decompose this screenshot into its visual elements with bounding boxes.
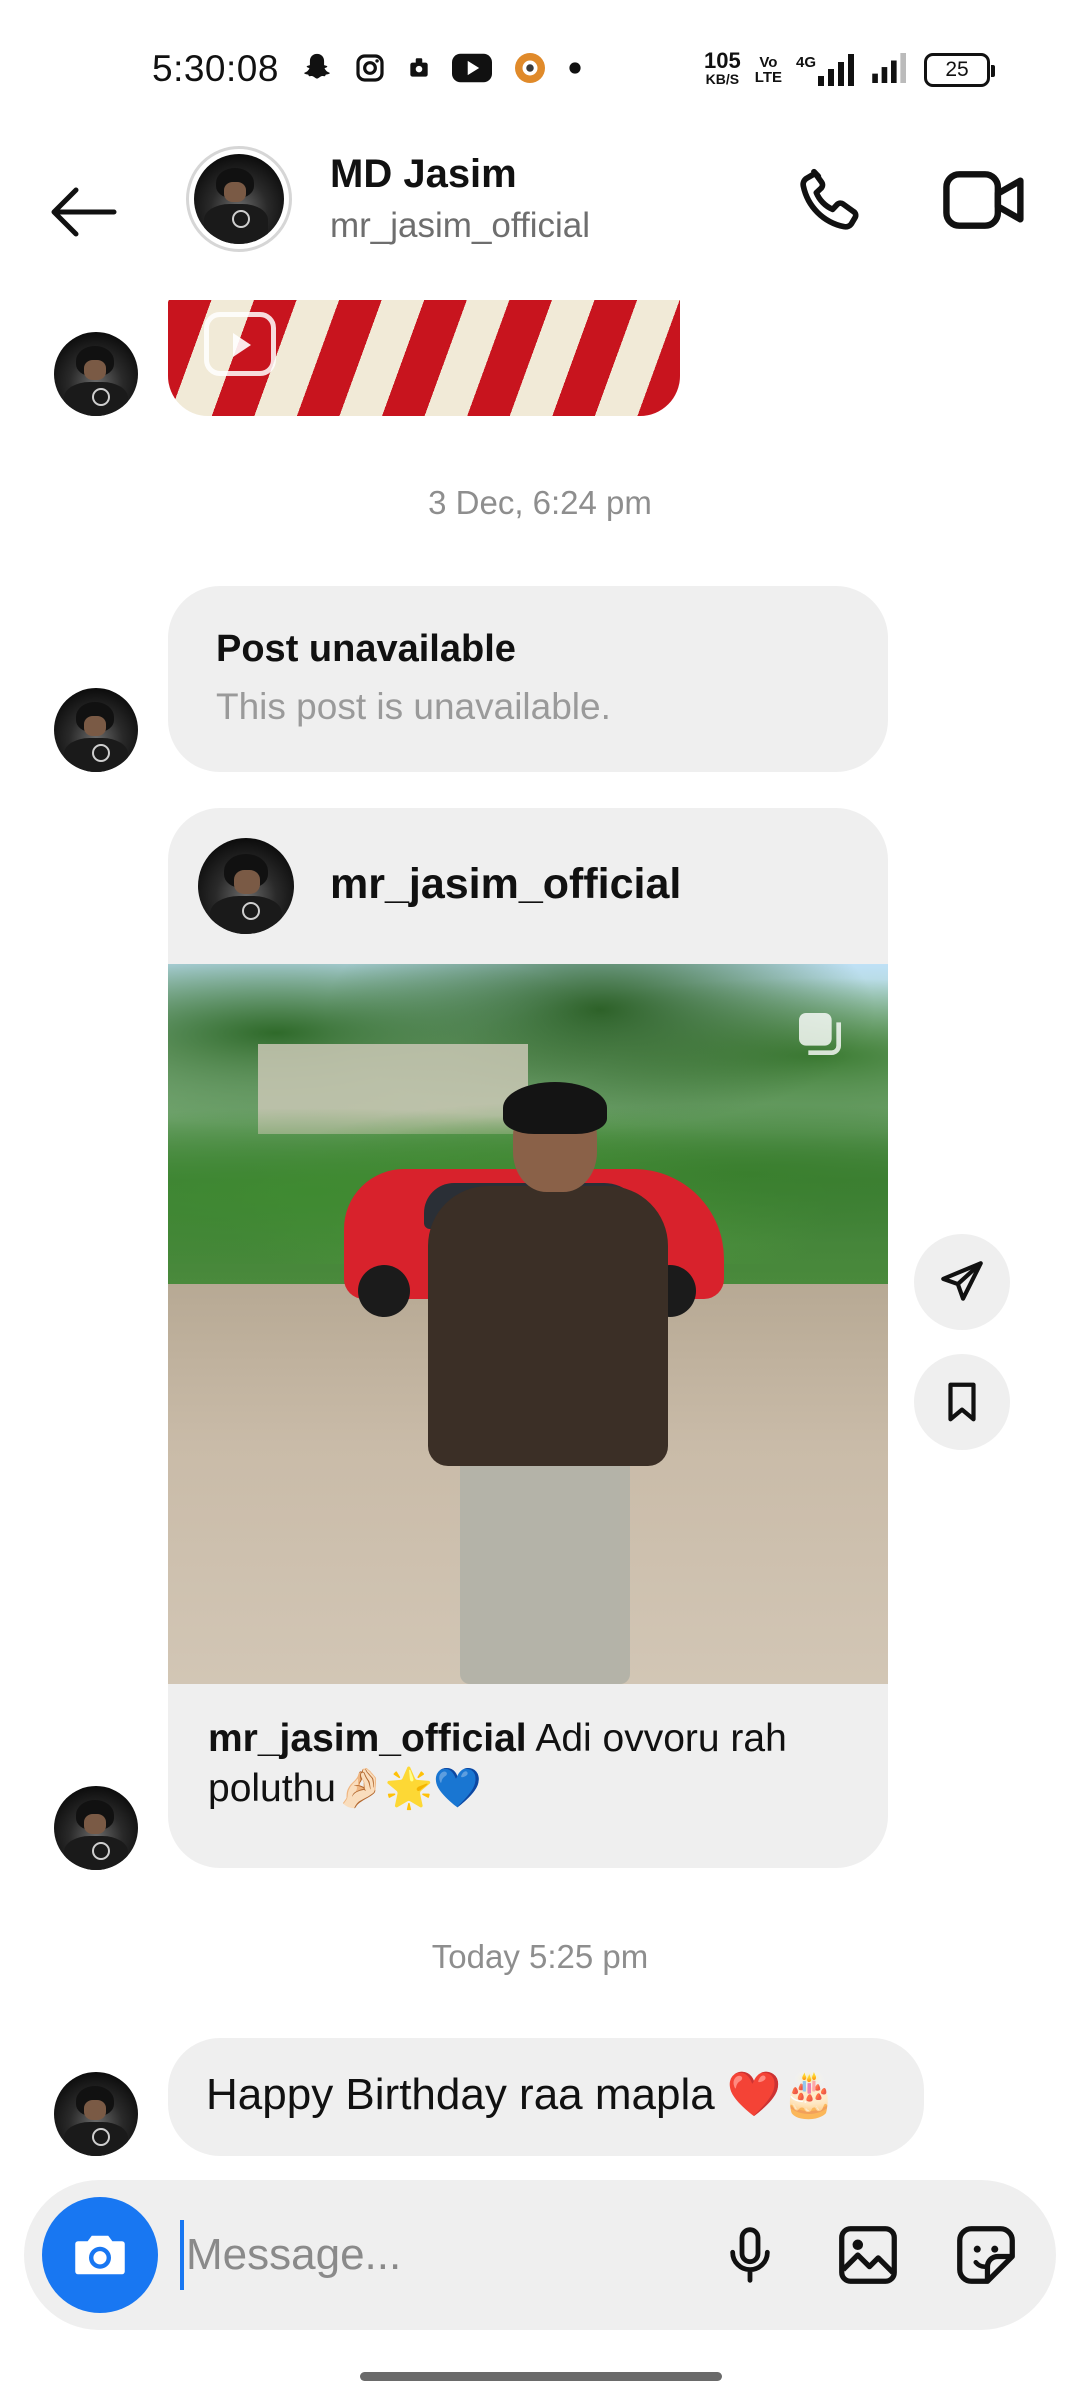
post-unavailable-title: Post unavailable (216, 628, 516, 670)
bookmark-icon (948, 1382, 976, 1422)
post-photo[interactable] (168, 964, 888, 1684)
post-unavailable-subtitle: This post is unavailable. (216, 686, 611, 727)
microphone-icon (730, 2227, 770, 2283)
video-call-button[interactable] (940, 160, 1030, 240)
camera-icon (75, 2235, 125, 2275)
signal-4g-icon: 4G (796, 54, 858, 86)
message-timestamp: 3 Dec, 6:24 pm (428, 484, 652, 521)
notification-icons (300, 50, 582, 90)
video-camera-icon (943, 171, 1024, 229)
more-notifications-dot-icon (568, 61, 582, 80)
message-input[interactable] (180, 2220, 660, 2290)
back-arrow-icon (51, 187, 117, 237)
voice-message-button[interactable] (710, 2215, 790, 2295)
sender-avatar[interactable] (54, 2072, 138, 2156)
instagram-icon (354, 52, 386, 89)
contact-name[interactable]: MD Jasim (330, 152, 517, 197)
youtube-icon (452, 53, 492, 88)
status-time: 5:30:08 (152, 48, 279, 89)
sender-avatar[interactable] (54, 1786, 138, 1870)
sticker-button[interactable] (946, 2215, 1026, 2295)
post-author-avatar[interactable] (198, 838, 294, 934)
camera-button[interactable] (42, 2197, 158, 2313)
system-icons: 105 KB/S Vo LTE 4G 25 (704, 48, 995, 90)
message-bubble[interactable]: Happy Birthday raa mapla ❤️🎂 (168, 2038, 924, 2156)
phone-icon (800, 168, 859, 230)
voice-call-button[interactable] (792, 160, 872, 240)
gallery-button[interactable] (828, 2215, 908, 2295)
post-unavailable-bubble[interactable]: Post unavailable This post is unavailabl… (168, 586, 888, 772)
back-button[interactable] (44, 172, 124, 252)
status-bar: 5:30:08 105 KB/S Vo LTE 4G 25 (0, 0, 1080, 140)
signal-strength-icon (872, 52, 910, 88)
chat-header: MD Jasim mr_jasim_official (0, 140, 1080, 290)
message-timestamp: Today 5:25 pm (431, 1938, 649, 1975)
image-icon (839, 2226, 897, 2284)
home-indicator[interactable] (360, 2372, 722, 2381)
share-post-button[interactable] (914, 1234, 1010, 1330)
reel-icon (204, 312, 276, 376)
sender-avatar[interactable] (54, 332, 138, 416)
post-caption: mr_jasim_official Adi ovvoru rah poluthu… (208, 1714, 858, 1814)
contact-username[interactable]: mr_jasim_official (330, 206, 590, 246)
send-icon (941, 1261, 983, 1301)
save-post-button[interactable] (914, 1354, 1010, 1450)
avatar-image (194, 154, 284, 244)
volte-indicator: Vo LTE (754, 54, 782, 86)
app-notification-icon (406, 55, 432, 86)
message-composer (24, 2180, 1056, 2330)
network-speed: 105 KB/S (704, 48, 741, 88)
shared-post-card[interactable]: mr_jasim_official mr_jasim_official Adi … (168, 808, 888, 1868)
message-text: Happy Birthday raa mapla ❤️🎂 (206, 2070, 837, 2119)
app-logo-icon (512, 50, 548, 91)
caption-username: mr_jasim_official (208, 1717, 527, 1760)
sticker-icon (957, 2226, 1015, 2284)
multi-post-icon (792, 1006, 848, 1067)
sender-avatar[interactable] (54, 688, 138, 772)
shared-reel-thumbnail[interactable] (168, 300, 680, 416)
post-author-username[interactable]: mr_jasim_official (330, 860, 681, 909)
battery-indicator: 25 (924, 53, 995, 87)
profile-avatar[interactable] (186, 146, 292, 252)
snapchat-icon (300, 51, 334, 90)
